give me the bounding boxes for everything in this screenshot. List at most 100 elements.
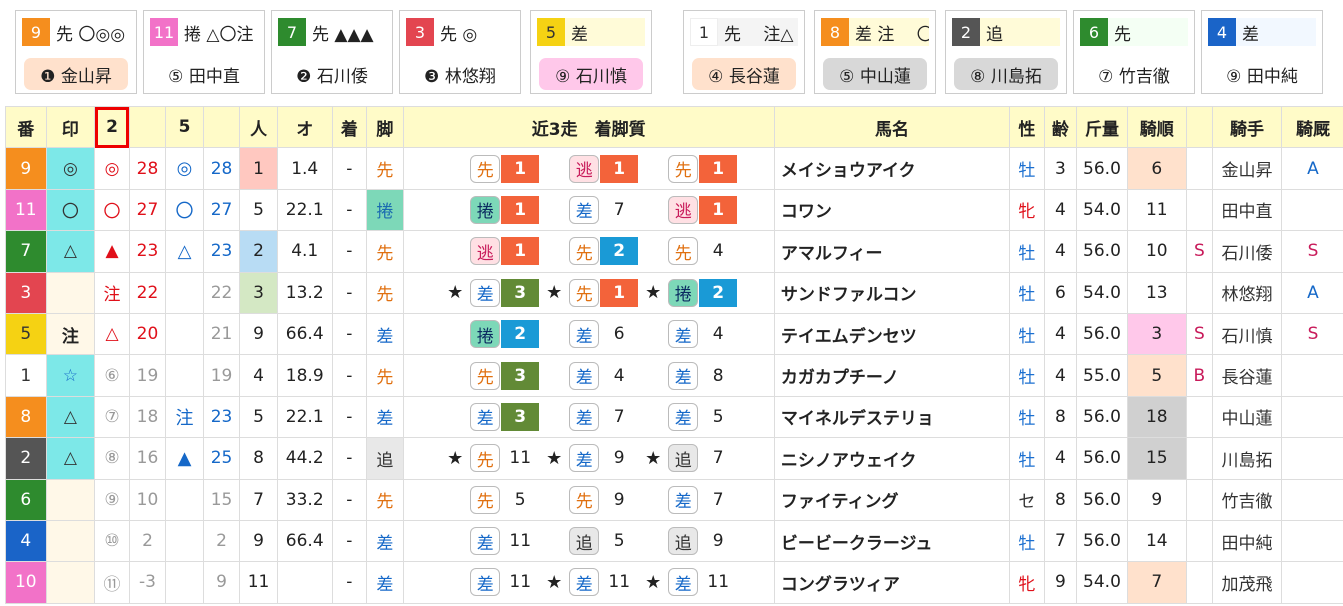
cell-mark[interactable]: [45, 478, 96, 521]
card-jockey[interactable]: ⑤ 中山蓮: [823, 58, 927, 90]
cell-col2-mark: 〇: [94, 188, 130, 232]
cell-horse-name[interactable]: ニシノアウェイク: [773, 437, 1011, 480]
card-jockey[interactable]: ❷ 石川倭: [280, 58, 384, 90]
table-row[interactable]: 1 ☆ ⑥ 19 19 4 18.9- 先先 3 差 4 差 8 カガカプチーノ牡 4 55.0 5 B 長谷蓮: [5, 354, 1343, 397]
header-shirushi[interactable]: 印: [45, 105, 96, 149]
recent-style-tag: 差: [470, 278, 501, 307]
table-row[interactable]: 11 〇〇 27 〇 27 5 22.1- 捲捲 1 差 7 逃 1 コワン牝 4 54.0 11 田中直: [5, 188, 1343, 232]
header-chaku[interactable]: 着: [331, 105, 368, 149]
cell-jockey[interactable]: 金山昇: [1212, 147, 1282, 190]
recent-style-tag: 追: [569, 527, 600, 556]
table-row[interactable]: 9 ◎ ◎ 28 ◎ 28 1 1.4- 先先 1 逃 1 先 1 メイショウアイク牡 3 56.0 6 金山昇 A: [5, 147, 1343, 190]
cell-col5-mark: ◎: [165, 147, 204, 190]
card-jockey[interactable]: ❶ 金山昇: [24, 58, 128, 90]
table-row[interactable]: 7 △ ▲ 23 △ 23 2 4.1- 先逃 1 先 2 先 4 アマルフィー牡 4 56.0 10 S 石川倭 S: [5, 230, 1343, 273]
card-marks: 先 ◎: [434, 18, 514, 46]
table-row[interactable]: 3 注 22 22 3 13.2- 先 ★ 差 3 ★ 先 1 ★ 捲 2 サンドファルコン牡 6 54.0 13 林悠…: [5, 271, 1343, 314]
cell-mark[interactable]: 注: [45, 312, 96, 356]
card-jockey[interactable]: ⑤ 田中直: [152, 58, 256, 90]
cell-jockey[interactable]: 長谷蓮: [1212, 354, 1282, 397]
table-row[interactable]: 2 △ ⑧ 16 ▲ 25 8 44.2- 追 ★ 先 11 ★ 差 9 ★ 追 7 ニシノアウェイク牡 4 56.0 1…: [5, 437, 1343, 480]
recent-style-tag: 差: [569, 444, 600, 473]
cell-horse-name[interactable]: ビービークラージュ: [773, 519, 1011, 563]
card-number: 3: [406, 18, 434, 46]
table-row[interactable]: 5 注 △ 20 21 9 66.4- 差捲 2 差 6 差 4 テイエムデンセツ牡 4 56.0 3 S 石川慎 S: [5, 312, 1343, 356]
cell-jockey[interactable]: 加茂飛: [1212, 561, 1282, 604]
prediction-card[interactable]: 5差 ⑨ 石川慎: [530, 10, 652, 94]
cell-mark[interactable]: △: [45, 437, 96, 480]
cell-col2-value: 23: [128, 230, 167, 273]
cell-col5-mark: [165, 519, 204, 563]
prediction-card[interactable]: 2追 ⑧ 川島拓: [945, 10, 1067, 94]
card-jockey[interactable]: ⑦ 竹吉徹: [1082, 58, 1186, 90]
cell-jockey[interactable]: 林悠翔: [1212, 271, 1282, 314]
prediction-card[interactable]: 9先 〇◎◎ ❶ 金山昇: [15, 10, 137, 94]
prediction-card[interactable]: 8差 注 〇 ⑤ 中山蓮: [814, 10, 936, 94]
card-jockey[interactable]: ⑧ 川島拓: [954, 58, 1058, 90]
recent-star: ★: [546, 282, 563, 304]
cell-horse-name[interactable]: サンドファルコン: [773, 271, 1011, 314]
cell-col5-value: 28: [202, 147, 241, 190]
header-col2[interactable]: 2: [94, 105, 130, 149]
cell-jockey[interactable]: 石川慎: [1212, 312, 1282, 356]
recent-place: 1: [501, 195, 540, 224]
cell-sex: 牡: [1009, 230, 1045, 273]
card-jockey[interactable]: ⑨ 石川慎: [539, 58, 643, 90]
header-weight[interactable]: 斤量: [1076, 105, 1128, 149]
cell-mark[interactable]: △: [45, 395, 96, 439]
prediction-card[interactable]: 6先 ⑦ 竹吉徹: [1073, 10, 1195, 94]
cell-kibi: [1281, 354, 1343, 397]
prediction-card[interactable]: 11 捲 △〇注 ⑤ 田中直: [143, 10, 265, 94]
table-row[interactable]: 10 ⑪ -3 9 11- 差差 11 ★ 差 11 ★ 差 11 コングラツィア牝 9 54.0 7 加茂飛: [5, 561, 1343, 604]
table-row[interactable]: 6 ⑨ 10 15 7 33.2- 先先 5 先 9 差 7 ファイティングセ 8 56.0 9 竹吉徹: [5, 478, 1343, 521]
header-horse[interactable]: 馬名: [773, 105, 1011, 149]
cell-horse-name[interactable]: テイエムデンセツ: [773, 312, 1011, 356]
cell-mark[interactable]: [45, 519, 96, 563]
cell-jockey[interactable]: 竹吉徹: [1212, 478, 1282, 521]
cell-col5-mark: 〇: [165, 188, 204, 232]
cell-horse-name[interactable]: メイショウアイク: [773, 147, 1011, 190]
cell-horse-name[interactable]: コワン: [773, 188, 1011, 232]
header-ban[interactable]: 番: [5, 105, 47, 149]
prediction-card[interactable]: 3先 ◎ ❸ 林悠翔: [399, 10, 521, 94]
cell-sex: 牝: [1009, 188, 1045, 232]
cell-mark[interactable]: ◎: [45, 147, 96, 190]
cell-mark[interactable]: △: [45, 230, 96, 273]
header-kyaku[interactable]: 脚: [366, 105, 404, 149]
cell-horse-name[interactable]: カガカプチーノ: [773, 354, 1011, 397]
header-ninki[interactable]: 人: [239, 105, 278, 149]
recent-place: 9: [712, 531, 724, 552]
recent-place: 7: [712, 448, 724, 469]
cell-ban: 8: [5, 395, 47, 439]
header-odds[interactable]: オ: [276, 105, 333, 149]
cell-mark[interactable]: ☆: [45, 354, 96, 397]
cell-mark[interactable]: [45, 561, 96, 604]
cell-jockey[interactable]: 田中純: [1212, 519, 1282, 563]
cell-jockey[interactable]: 田中直: [1212, 188, 1282, 232]
cell-horse-name[interactable]: マイネルデステリョ: [773, 395, 1011, 439]
header-recent[interactable]: 近3走 着脚質: [402, 105, 775, 149]
header-col5[interactable]: 5: [165, 105, 204, 149]
prediction-card[interactable]: 4差 ⑨ 田中純: [1201, 10, 1323, 94]
cell-jockey[interactable]: 川島拓: [1212, 437, 1282, 480]
cell-jockey[interactable]: 石川倭: [1212, 230, 1282, 273]
cell-mark[interactable]: [45, 271, 96, 314]
header-jockey[interactable]: 騎手: [1212, 105, 1282, 149]
header-kibi[interactable]: 騎厩: [1281, 105, 1343, 149]
header-sex[interactable]: 性: [1009, 105, 1045, 149]
table-row[interactable]: 4 ⑩ 2 2 9 66.4- 差差 11 追 5 追 9 ビービークラージュ牡 7 56.0 14 田中純: [5, 519, 1343, 563]
header-age[interactable]: 齢: [1043, 105, 1078, 149]
cell-horse-name[interactable]: アマルフィー: [773, 230, 1011, 273]
cell-kyaku: 追: [366, 437, 404, 480]
cell-mark[interactable]: 〇: [45, 188, 96, 232]
card-jockey[interactable]: ❸ 林悠翔: [408, 58, 512, 90]
card-jockey[interactable]: ④ 長谷蓮: [692, 58, 796, 90]
cell-jockey[interactable]: 中山蓮: [1212, 395, 1282, 439]
cell-horse-name[interactable]: コングラツィア: [773, 561, 1011, 604]
card-jockey[interactable]: ⑨ 田中純: [1210, 58, 1314, 90]
table-row[interactable]: 8 △ ⑦ 18 注 23 5 22.1- 差差 3 差 7 差 5 マイネルデステリョ牡 8 56.0 18 中山…: [5, 395, 1343, 439]
cell-horse-name[interactable]: ファイティング: [773, 478, 1011, 521]
prediction-card[interactable]: 7先 ▲▲▲ ❷ 石川倭: [271, 10, 393, 94]
prediction-card[interactable]: 1先 注△ ④ 長谷蓮: [683, 10, 805, 94]
header-kijun[interactable]: 騎順: [1126, 105, 1187, 149]
